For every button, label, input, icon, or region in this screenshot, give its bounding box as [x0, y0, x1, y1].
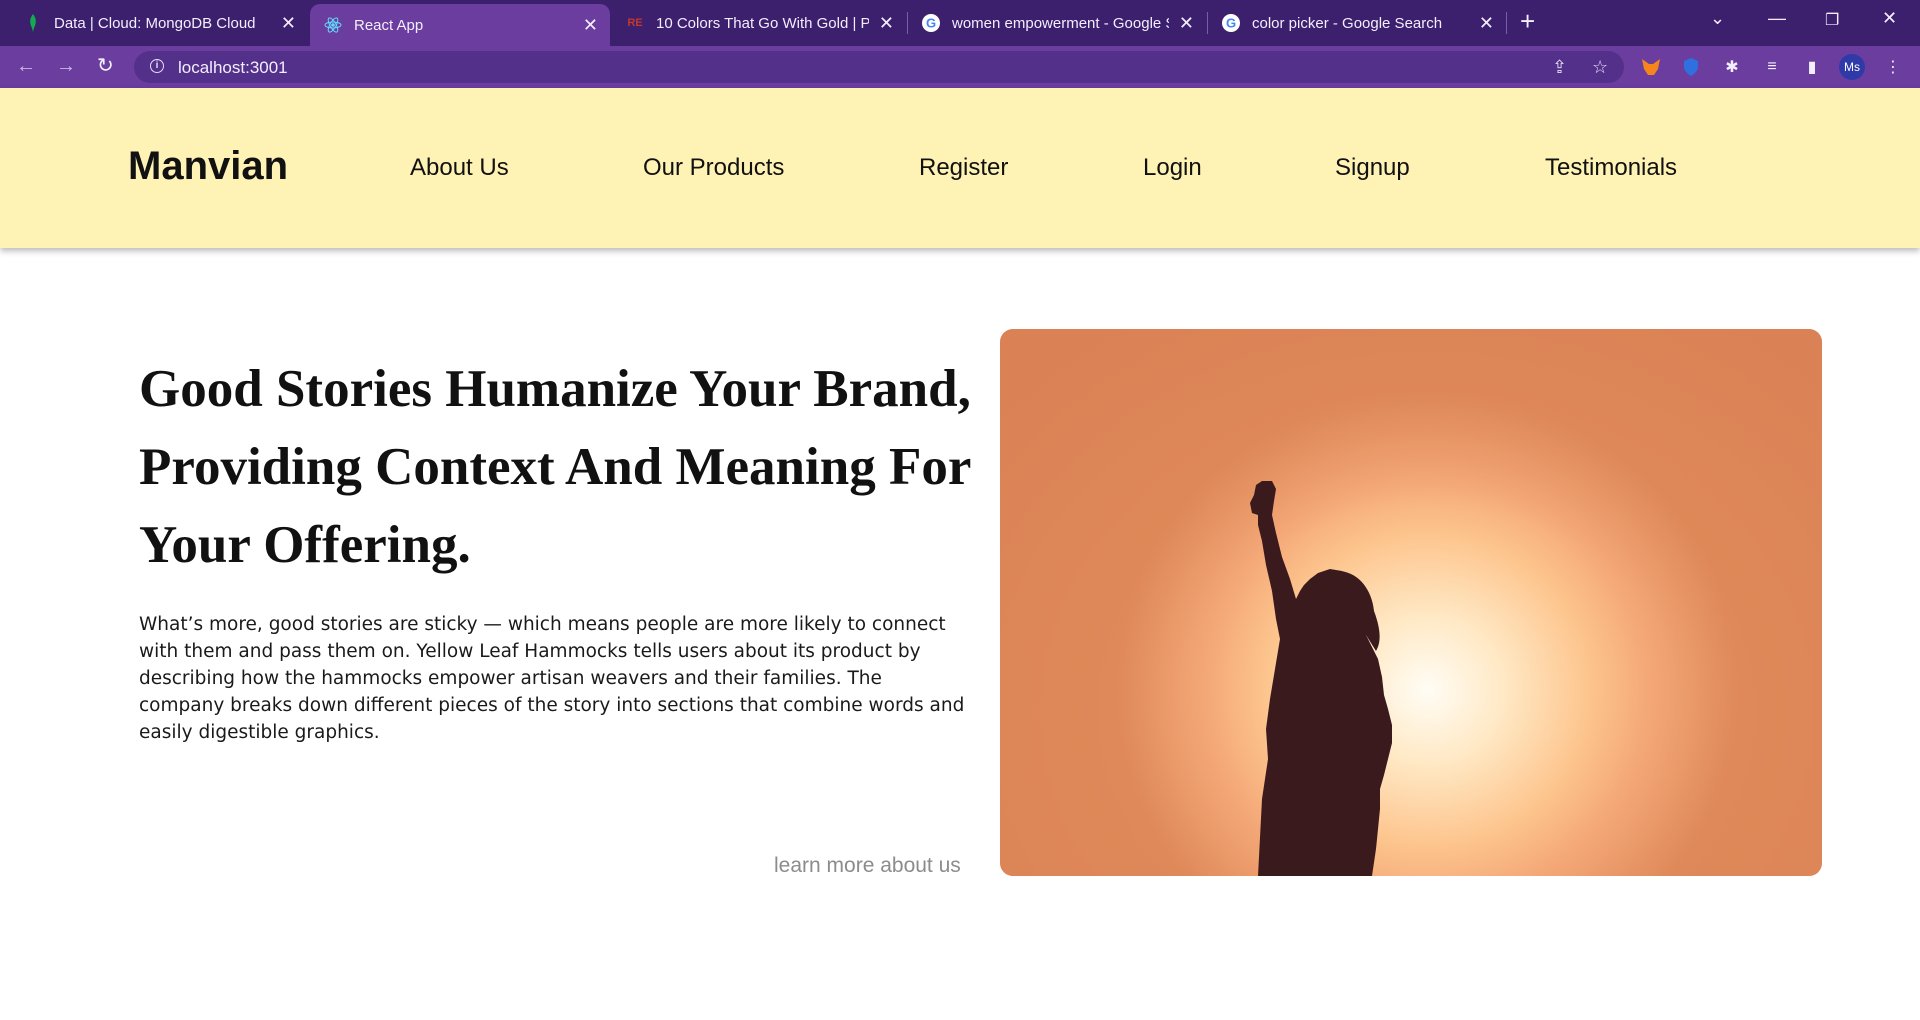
tab-title: women empowerment - Google S: [952, 14, 1169, 32]
address-url[interactable]: localhost:3001: [178, 58, 288, 78]
nav-signup[interactable]: Signup: [1335, 154, 1410, 182]
tab-title: React App: [354, 16, 424, 34]
tab-color-picker[interactable]: G color picker - Google Search ✕: [1208, 0, 1506, 46]
close-tab-icon[interactable]: ✕: [879, 13, 894, 34]
learn-more-link[interactable]: learn more about us: [774, 854, 961, 878]
minimize-icon[interactable]: —: [1768, 8, 1786, 29]
nav-login[interactable]: Login: [1143, 154, 1202, 182]
forward-arrow-icon[interactable]: →: [56, 55, 76, 77]
tab-separator: [1506, 12, 1507, 34]
re-logo-icon: RE: [626, 14, 644, 32]
nav-register[interactable]: Register: [919, 154, 1008, 182]
tab-search-chevron-icon[interactable]: ⌄: [1710, 8, 1725, 29]
tab-mongodb[interactable]: Data | Cloud: MongoDB Cloud ✕: [10, 0, 308, 46]
extensions-puzzle-icon[interactable]: ✱: [1721, 56, 1743, 78]
hero-image-woman-raised-fist: [1000, 329, 1822, 876]
reading-list-icon[interactable]: ≡: [1761, 56, 1783, 78]
google-g-icon: G: [922, 14, 940, 32]
back-arrow-icon[interactable]: ←: [16, 55, 36, 77]
side-panel-icon[interactable]: ▮: [1801, 56, 1823, 78]
react-atom-icon: [324, 16, 342, 34]
tab-react-app[interactable]: React App ✕: [310, 4, 610, 46]
share-icon[interactable]: ⇪: [1552, 57, 1567, 78]
restore-icon[interactable]: ❐: [1825, 10, 1839, 30]
site-header: Manvian About Us Our Products Register L…: [0, 88, 1920, 248]
silhouette-figure: [1250, 481, 1392, 876]
profile-avatar[interactable]: Ms: [1839, 54, 1865, 80]
svg-text:G: G: [926, 16, 936, 31]
address-bar[interactable]: i localhost:3001 ⇪ ☆: [134, 51, 1624, 83]
close-tab-icon[interactable]: ✕: [1179, 13, 1194, 34]
tab-women-empowerment[interactable]: G women empowerment - Google S ✕: [908, 0, 1206, 46]
google-g-icon: G: [1222, 14, 1240, 32]
nav-testimonials[interactable]: Testimonials: [1545, 154, 1677, 182]
tab-colors-gold[interactable]: RE 10 Colors That Go With Gold | Pa ✕: [612, 0, 906, 46]
browser-toolbar: ← → ↻ i localhost:3001 ⇪ ☆ ✱ ≡ ▮ Ms ⋮: [0, 46, 1920, 88]
extension-shield-icon[interactable]: [1680, 56, 1702, 78]
close-tab-icon[interactable]: ✕: [583, 15, 598, 36]
bookmark-star-icon[interactable]: ☆: [1592, 57, 1608, 78]
reload-icon[interactable]: ↻: [97, 55, 114, 77]
svg-text:G: G: [1226, 16, 1236, 31]
mongodb-leaf-icon: [24, 14, 42, 32]
metamask-fox-icon[interactable]: [1640, 56, 1662, 78]
nav-about-us[interactable]: About Us: [410, 154, 509, 182]
re-badge-text: RE: [627, 17, 643, 29]
tab-title: Data | Cloud: MongoDB Cloud: [54, 14, 256, 32]
close-tab-icon[interactable]: ✕: [281, 13, 296, 34]
new-tab-plus-icon[interactable]: +: [1520, 8, 1535, 34]
close-window-icon[interactable]: ✕: [1882, 8, 1897, 29]
browser-tab-strip: Data | Cloud: MongoDB Cloud ✕ React App …: [0, 0, 1920, 46]
tab-title: color picker - Google Search: [1252, 14, 1443, 32]
more-menu-icon[interactable]: ⋮: [1882, 56, 1904, 78]
close-tab-icon[interactable]: ✕: [1479, 13, 1494, 34]
tab-title: 10 Colors That Go With Gold | Pa: [656, 14, 869, 32]
hero-body-text: What’s more, good stories are sticky — w…: [139, 614, 965, 743]
nav-our-products[interactable]: Our Products: [643, 154, 784, 182]
brand-logo[interactable]: Manvian: [128, 144, 288, 189]
hero-headline: Good Stories Humanize Your Brand, Provid…: [139, 360, 971, 574]
site-info-icon[interactable]: i: [150, 59, 164, 73]
